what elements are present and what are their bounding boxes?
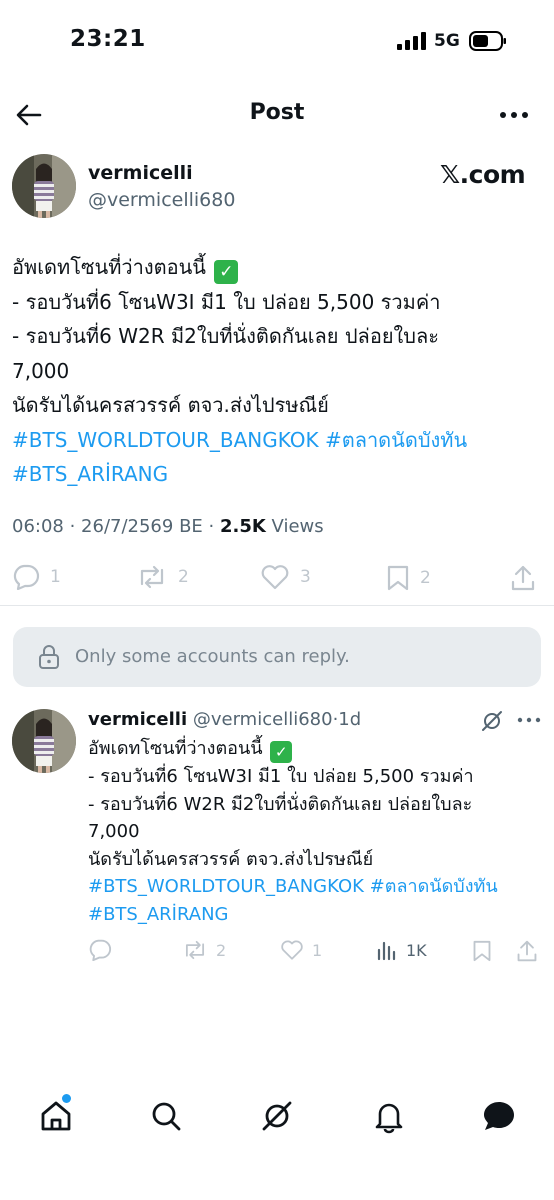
- post-line-2: - รอบวันที่6 โซนW3I มี1 ใบ ปล่อย 5,500 ร…: [12, 289, 441, 314]
- post-line-5: นัดรับได้นครสวรรค์ ตจว.ส่งไปรษณีย์: [12, 393, 329, 417]
- repost-button[interactable]: 2: [136, 564, 189, 590]
- post-time: 06:08: [12, 516, 64, 537]
- bottom-tab-bar: [0, 1088, 554, 1148]
- share-icon: [517, 940, 537, 962]
- share-button[interactable]: [516, 939, 546, 963]
- check-mark-icon: ✓: [270, 741, 293, 763]
- grok-icon[interactable]: [480, 709, 504, 733]
- repost-count: 2: [178, 567, 189, 587]
- post-line-5: นัดรับได้นครสวรรค์ ตจว.ส่งไปรษณีย์: [88, 848, 374, 870]
- reply-actions: 2 1 1K: [0, 937, 554, 967]
- more-icon[interactable]: [498, 102, 530, 128]
- messages-icon[interactable]: [481, 1098, 517, 1134]
- reply-icon: [89, 939, 111, 961]
- hashtag-link[interactable]: #BTS_ARİRANG: [88, 904, 228, 925]
- network-label: 5G: [434, 31, 460, 51]
- post-age: 1d: [338, 709, 362, 730]
- avatar[interactable]: [12, 154, 76, 218]
- hashtag-link[interactable]: #ตลาดนัดบังทัน: [325, 428, 467, 452]
- post-header: Post: [0, 92, 554, 138]
- author-handle[interactable]: @vermicelli680: [88, 189, 235, 211]
- like-button[interactable]: 3: [260, 564, 311, 590]
- author-name[interactable]: vermicelli: [88, 709, 187, 730]
- hashtag-link[interactable]: #BTS_WORLDTOUR_BANGKOK: [88, 876, 364, 897]
- bookmark-count: 2: [420, 568, 431, 588]
- reply-text: อัพเดทโซนที่ว่างตอนนี้ ✓ - รอบวันที่6 โซ…: [88, 735, 544, 928]
- battery-icon: [469, 31, 506, 51]
- reply-restriction-banner: Only some accounts can reply.: [13, 627, 541, 687]
- hashtag-link[interactable]: #ตลาดนัดบังทัน: [370, 876, 498, 897]
- like-count: 3: [300, 567, 311, 587]
- post-line-1: อัพเดทโซนที่ว่างตอนนี้: [12, 255, 206, 279]
- share-icon: [511, 565, 535, 591]
- views-count[interactable]: 2.5K: [220, 516, 266, 537]
- like-count: 1: [312, 940, 323, 960]
- signal-icon: [397, 32, 426, 50]
- divider: [0, 605, 554, 606]
- post-line-3: - รอบวันที่6 W2R มี2ใบที่นั่งติดกันเลย ป…: [88, 793, 473, 815]
- hashtag-link[interactable]: #BTS_ARİRANG: [12, 462, 168, 486]
- bookmark-button[interactable]: 2: [386, 564, 431, 592]
- grok-tab-icon[interactable]: [259, 1098, 295, 1134]
- status-time: 23:21: [70, 26, 146, 52]
- reply-count: 1: [50, 567, 61, 587]
- repost-icon: [185, 940, 205, 960]
- reply-icon: [13, 564, 40, 590]
- bookmark-button[interactable]: [472, 939, 500, 963]
- post-line-1: อัพเดทโซนที่ว่างตอนนี้: [88, 738, 263, 759]
- post-actions: 1 2 3 2: [0, 560, 554, 600]
- status-bar: 23:21 5G: [0, 0, 554, 80]
- hashtag-link[interactable]: #BTS_WORLDTOUR_BANGKOK: [12, 428, 319, 452]
- post-line-2: - รอบวันที่6 โซนW3I มี1 ใบ ปล่อย 5,500 ร…: [88, 766, 474, 787]
- reply-button[interactable]: 1: [12, 564, 61, 590]
- views-button[interactable]: 1K: [376, 939, 427, 961]
- notifications-icon[interactable]: [371, 1098, 407, 1134]
- more-icon[interactable]: [517, 715, 541, 725]
- like-icon: [261, 565, 289, 590]
- post-meta: 06:08 · 26/7/2569 BE · 2.5K Views: [12, 516, 324, 537]
- reply-button[interactable]: [88, 939, 120, 961]
- avatar[interactable]: [12, 709, 76, 773]
- views-icon: [377, 941, 396, 961]
- post-date: 26/7/2569 BE: [81, 516, 203, 537]
- check-mark-icon: ✓: [214, 260, 239, 284]
- share-button[interactable]: [510, 564, 546, 592]
- notification-dot: [62, 1094, 71, 1103]
- like-button[interactable]: 1: [280, 939, 322, 961]
- reply-header: vermicelli @vermicelli680·1d: [88, 709, 362, 730]
- lock-icon: [39, 645, 59, 669]
- home-icon[interactable]: [38, 1098, 74, 1134]
- page-title: Post: [249, 100, 305, 125]
- post-text: อัพเดทโซนที่ว่างตอนนี้ ✓ - รอบวันที่6 โซ…: [12, 250, 544, 492]
- author-name[interactable]: vermicelli: [88, 162, 193, 184]
- repost-button[interactable]: 2: [182, 939, 226, 961]
- repost-icon: [140, 565, 164, 589]
- author-handle[interactable]: @vermicelli680: [193, 709, 333, 730]
- search-icon[interactable]: [148, 1098, 184, 1134]
- source-brand: 𝕏.com: [440, 160, 526, 189]
- post-line-4: 7,000: [12, 358, 70, 383]
- reply-restriction-text: Only some accounts can reply.: [75, 646, 350, 667]
- post-line-3: - รอบวันที่6 W2R มี2ใบที่นั่งติดกันเลย ป…: [12, 324, 440, 348]
- post-line-4: 7,000: [88, 821, 140, 842]
- bookmark-icon: [387, 565, 409, 591]
- repost-count: 2: [216, 940, 227, 960]
- like-icon: [281, 940, 303, 960]
- bookmark-icon: [473, 940, 491, 962]
- views-count: 1K: [406, 940, 427, 960]
- views-label[interactable]: Views: [272, 516, 324, 537]
